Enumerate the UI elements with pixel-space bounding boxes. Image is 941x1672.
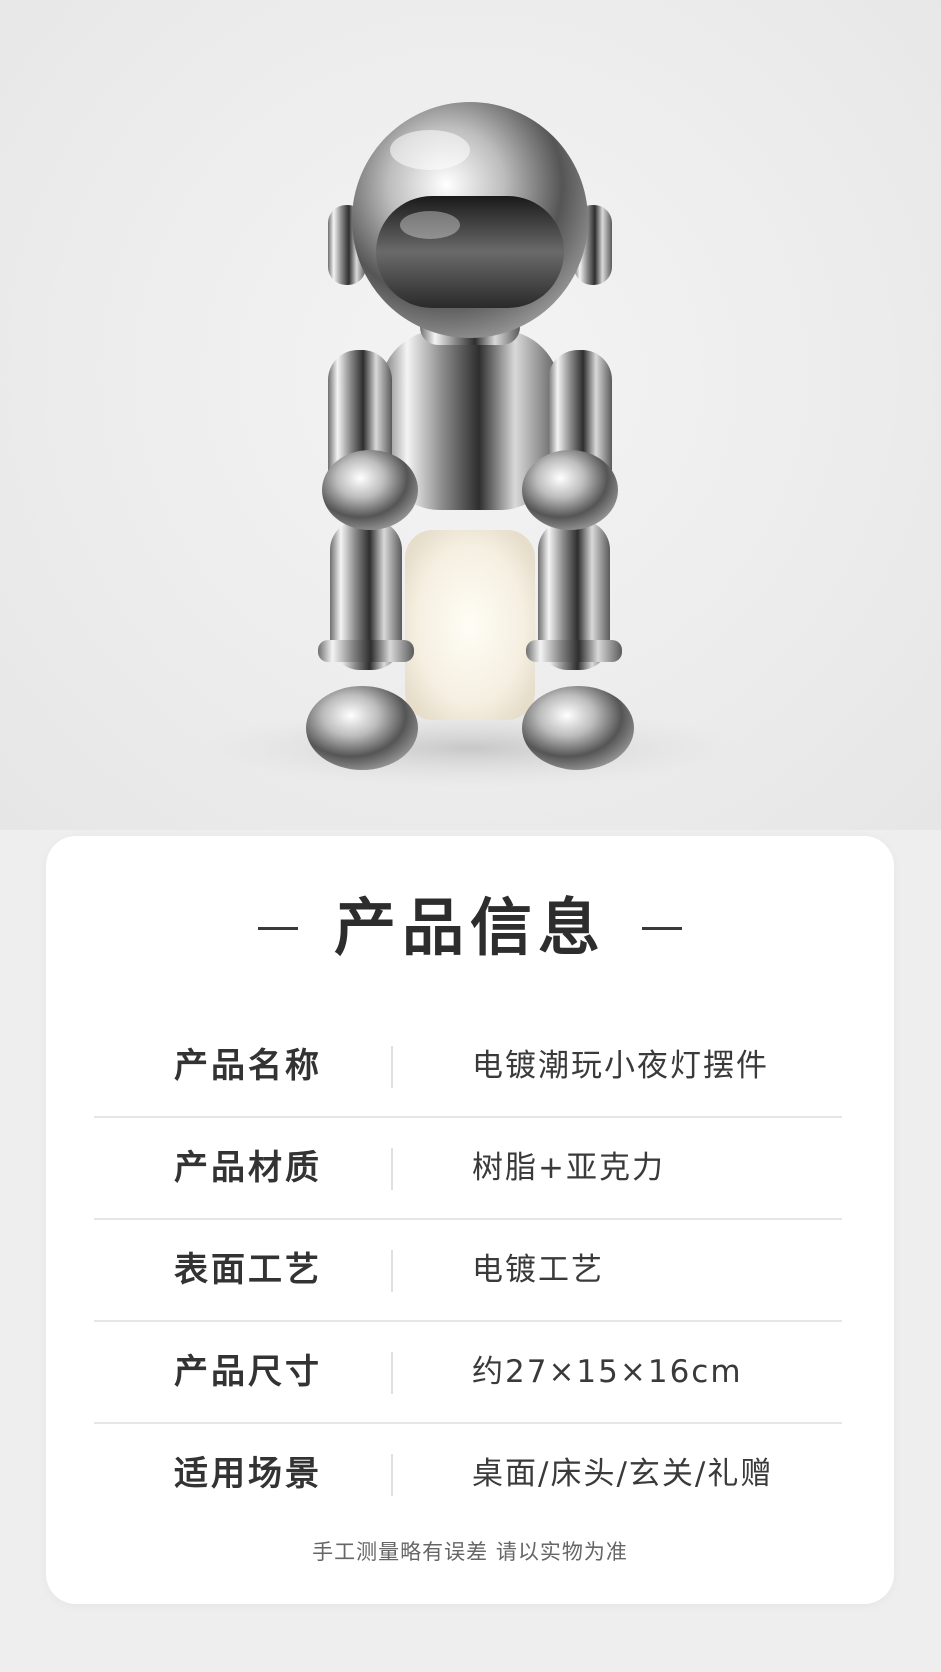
row-label: 产品材质 (174, 1148, 322, 1188)
row-value: 树脂+亚克力 (472, 1150, 665, 1186)
title-row: 产品信息 (46, 888, 894, 968)
info-row-finish: 表面工艺 电镀工艺 (94, 1220, 842, 1322)
row-label: 表面工艺 (174, 1250, 322, 1290)
row-label: 适用场景 (174, 1454, 322, 1494)
measurement-disclaimer: 手工测量略有误差 请以实物为准 (312, 1540, 628, 1564)
row-divider (391, 1250, 393, 1292)
product-info-card: 产品信息 产品名称 电镀潮玩小夜灯摆件 产品材质 树脂+亚克力 表面工艺 电镀工… (46, 836, 894, 1604)
hero-section (0, 0, 941, 830)
row-value: 电镀工艺 (472, 1252, 604, 1288)
card-title: 产品信息 (333, 891, 606, 964)
info-row-material: 产品材质 树脂+亚克力 (94, 1118, 842, 1220)
row-divider (391, 1454, 393, 1496)
info-row-usage: 适用场景 桌面/床头/玄关/礼赠 (94, 1424, 842, 1524)
row-value: 约27×15×16cm (472, 1354, 743, 1390)
info-row-name: 产品名称 电镀潮玩小夜灯摆件 (94, 1016, 842, 1118)
info-row-size: 产品尺寸 约27×15×16cm (94, 1322, 842, 1424)
row-value: 桌面/床头/玄关/礼赠 (472, 1456, 774, 1492)
row-divider (391, 1046, 393, 1088)
row-divider (391, 1352, 393, 1394)
row-label: 产品名称 (174, 1046, 322, 1086)
astronaut-lamp-image (200, 102, 740, 788)
row-value: 电镀潮玩小夜灯摆件 (472, 1048, 769, 1084)
title-dash-left (257, 926, 298, 930)
row-label: 产品尺寸 (174, 1352, 322, 1392)
info-table: 产品名称 电镀潮玩小夜灯摆件 产品材质 树脂+亚克力 表面工艺 电镀工艺 产品尺… (94, 1016, 842, 1524)
row-divider (391, 1148, 393, 1190)
title-dash-right (642, 926, 682, 930)
